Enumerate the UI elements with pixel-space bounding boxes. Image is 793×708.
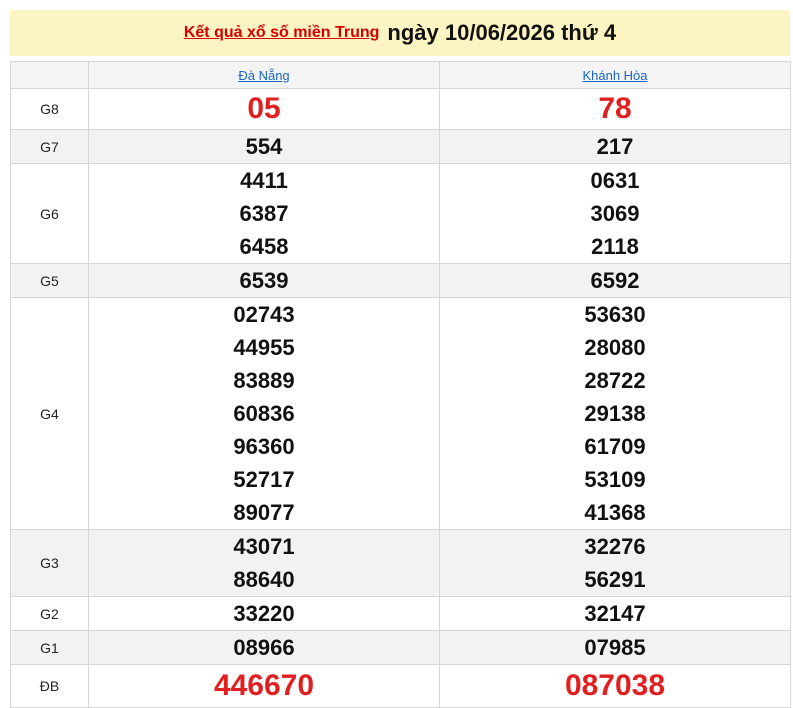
prize-number: 08966: [233, 635, 295, 660]
prize-number: 53109: [584, 467, 646, 492]
prize-cell: 32276 56291: [439, 529, 791, 597]
prize-label: G4: [10, 297, 89, 530]
prize-cell: 0631 3069 2118: [439, 163, 791, 264]
table-header-row: Đà Nẵng Khánh Hòa: [10, 61, 791, 89]
prize-row-g3: G3 43071 88640 32276 56291: [10, 529, 791, 597]
prize-label: G7: [10, 129, 89, 164]
label-column-header: [10, 61, 89, 89]
prize-cell: 554: [88, 129, 440, 164]
prize-number: 6387: [239, 201, 289, 226]
province-link-danang[interactable]: Đà Nẵng: [238, 68, 289, 83]
prize-cell: 6539: [88, 263, 440, 298]
prize-number: 89077: [233, 500, 295, 525]
results-header: Kết quả xổ số miền Trung ngày 10/06/2026…: [10, 10, 790, 56]
prize-row-g4: G4 02743 44955 83889 60836 96360 52717 8…: [10, 297, 791, 530]
province-header-khanhhoa: Khánh Hòa: [439, 61, 791, 89]
prize-number: 41368: [584, 500, 646, 525]
prize-number: 4411: [240, 168, 288, 193]
prize-cell: 78: [439, 88, 791, 130]
prize-cell: 05: [88, 88, 440, 130]
prize-row-g2: G2 33220 32147: [10, 596, 791, 631]
prize-cell: 4411 6387 6458: [88, 163, 440, 264]
prize-number: 61709: [584, 434, 646, 459]
prize-label: G1: [10, 630, 89, 665]
prize-row-g8: G8 05 78: [10, 88, 791, 130]
prize-number: 52717: [233, 467, 295, 492]
prize-row-g5: G5 6539 6592: [10, 263, 791, 298]
special-prize-number: 087038: [564, 669, 666, 702]
prize-number: 32276: [584, 534, 646, 559]
prize-number: 53630: [584, 302, 646, 327]
prize-number: 07985: [584, 635, 646, 660]
prize-cell: 087038: [439, 664, 791, 708]
prize-cell: 32147: [439, 596, 791, 631]
prize-number: 56291: [584, 567, 646, 592]
prize-row-g1: G1 08966 07985: [10, 630, 791, 665]
prize-number: 0631: [590, 168, 640, 193]
prize-cell: 53630 28080 28722 29138 61709 53109 4136…: [439, 297, 791, 530]
prize-number: 96360: [233, 434, 295, 459]
prize-label: G5: [10, 263, 89, 298]
prize-label: G2: [10, 596, 89, 631]
prize-number: 43071: [233, 534, 295, 559]
prize-number: 3069: [590, 201, 640, 226]
prize-number: 88640: [233, 567, 295, 592]
prize-label: G3: [10, 529, 89, 597]
prize-cell: 6592: [439, 263, 791, 298]
prize-number: 44955: [233, 335, 295, 360]
prize-row-g7: G7 554 217: [10, 129, 791, 164]
prize-row-special: ĐB 446670 087038: [10, 664, 791, 708]
province-header-danang: Đà Nẵng: [88, 61, 440, 89]
prize-number: 6458: [239, 234, 289, 259]
prize-number: 6592: [590, 268, 640, 293]
prize-cell: 08966: [88, 630, 440, 665]
prize-number: 554: [245, 134, 283, 159]
prize-number: 2118: [591, 234, 639, 259]
prize-number: 33220: [233, 601, 295, 626]
results-date: ngày 10/06/2026 thứ 4: [387, 20, 617, 45]
prize-number: 28722: [584, 368, 646, 393]
province-link-khanhhoa[interactable]: Khánh Hòa: [582, 68, 647, 83]
prize-row-g6: G6 4411 6387 6458 0631 3069 2118: [10, 163, 791, 264]
prize-label: ĐB: [10, 664, 89, 708]
prize-number: 83889: [233, 368, 295, 393]
prize-number: 02743: [233, 302, 295, 327]
results-table: Đà Nẵng Khánh Hòa G8 05 78 G7 554 217 G6: [10, 61, 791, 708]
prize-cell: 446670: [88, 664, 440, 708]
prize-cell: 07985: [439, 630, 791, 665]
prize-number: 6539: [239, 268, 289, 293]
prize-number: 78: [598, 92, 632, 125]
prize-cell: 33220: [88, 596, 440, 631]
prize-cell: 02743 44955 83889 60836 96360 52717 8907…: [88, 297, 440, 530]
prize-number: 05: [247, 92, 281, 125]
prize-number: 32147: [584, 601, 646, 626]
region-results-link[interactable]: Kết quả xổ số miền Trung: [184, 24, 380, 42]
page: Kết quả xổ số miền Trung ngày 10/06/2026…: [0, 0, 793, 708]
prize-number: 28080: [584, 335, 646, 360]
prize-cell: 43071 88640: [88, 529, 440, 597]
prize-number: 217: [596, 134, 634, 159]
prize-label: G8: [10, 88, 89, 130]
prize-number: 29138: [584, 401, 646, 426]
special-prize-number: 446670: [213, 669, 315, 702]
prize-label: G6: [10, 163, 89, 264]
prize-cell: 217: [439, 129, 791, 164]
prize-number: 60836: [233, 401, 295, 426]
